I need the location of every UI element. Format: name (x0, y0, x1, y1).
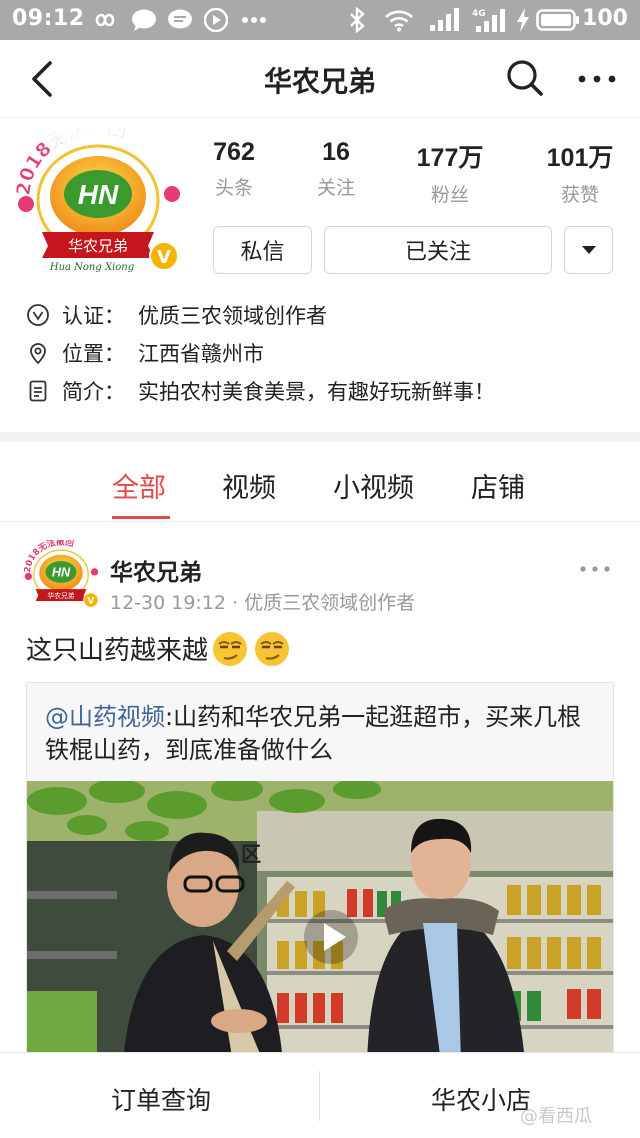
battery-icon (536, 7, 580, 33)
4g-signal-icon: 4G (472, 7, 506, 33)
post-meta-separator: · (232, 592, 239, 614)
wifi-icon (384, 7, 414, 33)
info-bio: 简介： 实拍农村美食美景，有趣好玩新鲜事！ (26, 375, 495, 407)
post-meta: 12-30 19:12 · 优质三农领域创作者 (110, 588, 415, 615)
post-author-tag: 优质三农领域创作者 (244, 592, 416, 614)
post-time: 12-30 19:12 (110, 592, 227, 614)
info-bio-value: 实拍农村美食美景，有趣好玩新鲜事！ (138, 380, 495, 404)
profile-avatar[interactable]: HN 2018无法撤回 华农兄弟 Hua Nong Xiong V (12, 115, 184, 278)
message-button[interactable]: 私信 (213, 226, 312, 274)
svg-text:HN: HN (52, 565, 71, 579)
info-verified-key: 认证： (62, 304, 125, 328)
more-icon[interactable] (577, 65, 617, 93)
active-tab-indicator (112, 516, 170, 519)
svg-text:4G: 4G (472, 9, 486, 19)
stat-following[interactable]: 16 关注 (291, 138, 381, 200)
svg-text:Hua Nong Xiong: Hua Nong Xiong (49, 262, 134, 273)
bluetooth-icon (346, 7, 368, 33)
stat-likes[interactable]: 101万 获赞 (535, 138, 625, 207)
play-icon[interactable] (303, 909, 359, 965)
tab-short-video[interactable]: 小视频 (333, 466, 414, 505)
battery-percent: 100 (582, 6, 628, 31)
verified-icon (27, 304, 49, 326)
location-pin-icon (30, 343, 46, 365)
svg-text:华农兄弟: 华农兄弟 (47, 591, 74, 600)
status-bar: 09:12 4G 100 (0, 0, 640, 40)
message-icon (166, 7, 194, 33)
post-author-name[interactable]: 华农兄弟 (110, 553, 202, 587)
tab-video[interactable]: 视频 (222, 466, 276, 505)
post-author-avatar[interactable]: HN 2018无法撤回 华农兄弟 V (22, 536, 100, 612)
svg-text:V: V (157, 247, 171, 268)
shop-button[interactable]: 华农小店 (431, 1081, 531, 1117)
stat-following-label: 关注 (316, 177, 355, 199)
post-more-icon[interactable] (578, 560, 612, 578)
svg-text:华农兄弟: 华农兄弟 (68, 237, 128, 255)
charging-icon (516, 7, 530, 33)
info-verified-value: 优质三农领域创作者 (138, 304, 327, 328)
video-thumbnail[interactable]: 区 (27, 781, 613, 1063)
tab-shop[interactable]: 店铺 (471, 466, 525, 505)
post-text-body: 这只山药越来越 (26, 635, 209, 666)
stat-likes-value: 101万 (546, 144, 614, 172)
svg-text:V: V (87, 597, 94, 607)
order-query-button[interactable]: 订单查询 (111, 1081, 211, 1117)
search-icon[interactable] (505, 58, 545, 98)
stat-following-value: 16 (322, 138, 350, 166)
content-tabs: 全部 视频 小视频 店铺 (0, 442, 640, 522)
following-button[interactable]: 已关注 (324, 226, 552, 274)
document-icon (29, 380, 47, 402)
watermark: @看西瓜 (520, 1106, 592, 1127)
caret-down-icon (581, 246, 596, 254)
info-verified: 认证： 优质三农领域创作者 (26, 299, 327, 331)
quoted-post-card[interactable]: @山药视频:山药和华农兄弟一起逛超市，买来几根铁棍山药，到底准备做什么 区 (26, 682, 614, 1063)
info-location-value: 江西省赣州市 (138, 342, 264, 366)
stat-likes-label: 获赞 (560, 184, 599, 206)
post-text[interactable]: 这只山药越来越 (26, 628, 292, 668)
svg-text:HN: HN (78, 179, 119, 210)
info-location-key: 位置： (62, 342, 125, 366)
dropdown-button[interactable] (564, 226, 613, 274)
info-bio-key: 简介： (62, 380, 125, 404)
chat-bubble-icon (130, 7, 158, 33)
status-time: 09:12 (12, 6, 85, 31)
ellipsis-icon (240, 7, 268, 33)
stat-posts[interactable]: 762 头条 (189, 138, 279, 200)
stat-fans-value: 177万 (416, 144, 484, 172)
info-location: 位置： 江西省赣州市 (26, 337, 264, 369)
signal-icon (428, 7, 460, 33)
smirk-emoji-icon (255, 632, 290, 666)
nav-bar: 华农兄弟 (0, 40, 640, 118)
stat-fans-label: 粉丝 (430, 184, 469, 206)
quoted-post-text: @山药视频:山药和华农兄弟一起逛超市，买来几根铁棍山药，到底准备做什么 (45, 701, 601, 767)
tab-all[interactable]: 全部 (112, 466, 166, 505)
section-divider (0, 432, 640, 442)
bottom-bar-separator (319, 1071, 320, 1121)
infinity-icon (88, 7, 122, 33)
stat-fans[interactable]: 177万 粉丝 (405, 138, 495, 207)
svg-text:区: 区 (241, 842, 261, 866)
smirk-emoji-icon (213, 632, 248, 666)
play-circle-icon (202, 7, 230, 33)
stat-posts-value: 762 (213, 138, 255, 166)
stat-posts-label: 头条 (214, 177, 253, 199)
quoted-mention-link[interactable]: @山药视频 (45, 703, 165, 731)
